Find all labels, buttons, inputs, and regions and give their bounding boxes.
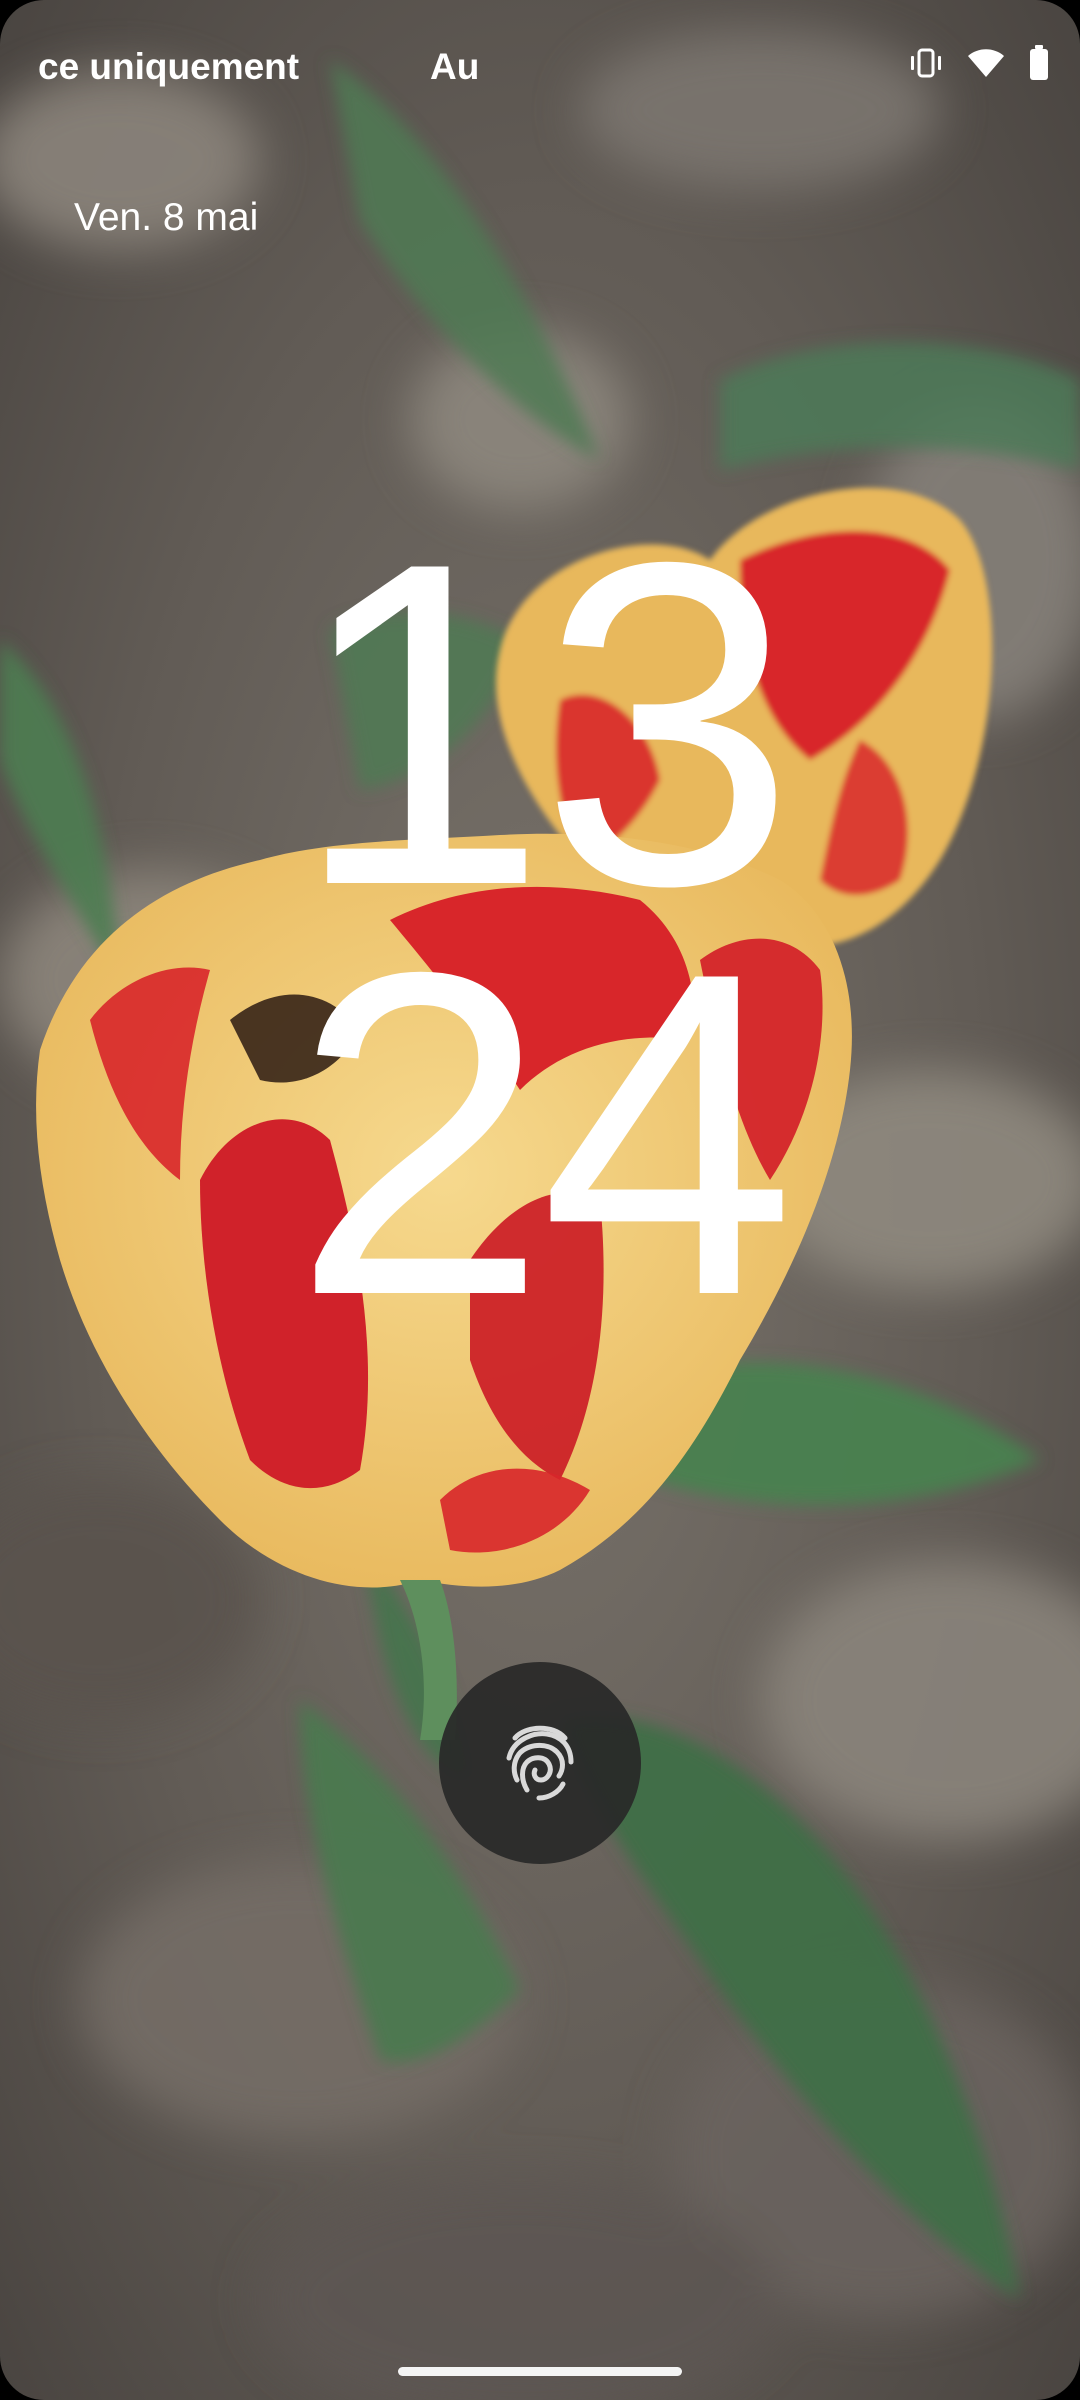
- battery-icon: [1028, 45, 1050, 86]
- lockscreen-clock: 13 24: [0, 468, 1080, 1391]
- status-bar: ce uniquement Au: [0, 0, 1080, 130]
- wifi-icon: [966, 47, 1006, 84]
- carrier-text: ce uniquement: [38, 46, 300, 87]
- home-gesture-bar[interactable]: [398, 2367, 682, 2376]
- lock-screen: ce uniquement Au Ven. 8 mai 13 24: [0, 0, 1080, 2400]
- vibrate-icon: [908, 47, 944, 84]
- lockscreen-date: Ven. 8 mai: [74, 196, 259, 239]
- clock-minutes: 24: [292, 878, 796, 1391]
- clock-hours: 13: [292, 468, 796, 981]
- fingerprint-unlock-button[interactable]: [439, 1662, 641, 1864]
- fingerprint-icon: [503, 1718, 577, 1809]
- carrier-text-secondary: Au: [430, 46, 480, 87]
- status-icons: [908, 45, 1050, 86]
